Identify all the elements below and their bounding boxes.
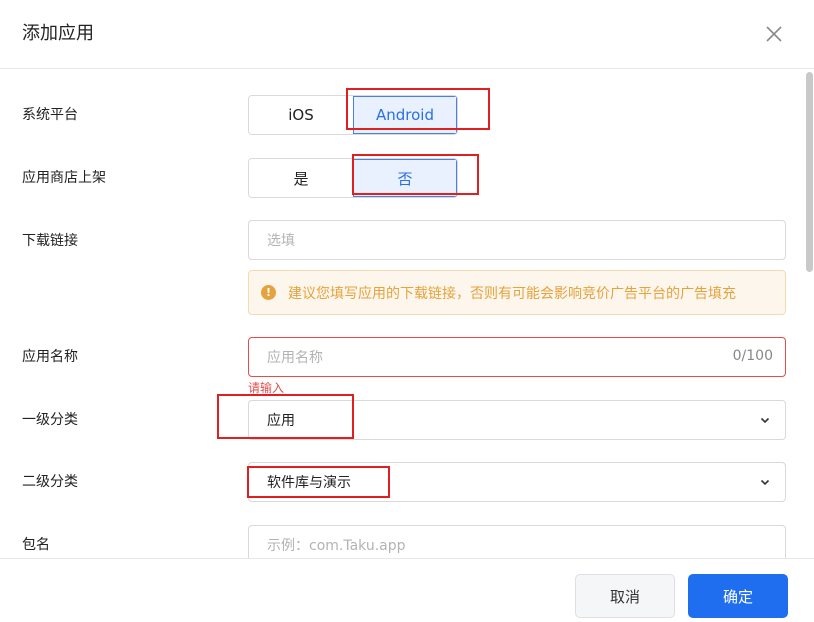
platform-option-android[interactable]: Android (353, 96, 457, 134)
dialog-footer: 取消 确定 (0, 558, 814, 622)
package-placeholder: 示例：com.Taku.app (267, 538, 406, 554)
category2-value: 软件库与演示 (267, 475, 351, 491)
download-link-placeholder: 选填 (267, 233, 295, 249)
warning-icon: ! (261, 285, 276, 300)
download-link-input[interactable]: 选填 (248, 220, 786, 260)
download-link-tip: ! 建议您填写应用的下载链接，否则有可能会影响竞价广告平台的广告填充 (248, 270, 786, 315)
category2-select[interactable]: 软件库与演示 (248, 462, 786, 502)
category1-value: 应用 (267, 413, 295, 429)
chevron-down-icon (760, 479, 770, 486)
store-listed-label: 应用商店上架 (22, 170, 106, 186)
store-listed-option-yes[interactable]: 是 (249, 159, 353, 197)
package-input[interactable]: 示例：com.Taku.app (248, 525, 786, 558)
category1-select[interactable]: 应用 (248, 400, 786, 440)
app-name-input[interactable]: 应用名称 0/100 (248, 337, 786, 377)
app-name-placeholder: 应用名称 (267, 350, 323, 366)
category1-label: 一级分类 (22, 412, 78, 428)
category2-label: 二级分类 (22, 474, 78, 490)
close-icon[interactable] (762, 22, 786, 46)
chevron-down-icon (760, 417, 770, 424)
app-name-counter: 0/100 (732, 348, 773, 364)
dialog-body: 系统平台 iOS Android 应用商店上架 是 否 下载链接 选填 ! 建议… (0, 70, 814, 558)
store-listed-option-no[interactable]: 否 (353, 159, 457, 197)
confirm-button[interactable]: 确定 (688, 574, 788, 618)
cancel-button[interactable]: 取消 (575, 574, 675, 618)
platform-label: 系统平台 (22, 107, 78, 123)
platform-option-ios[interactable]: iOS (249, 96, 353, 134)
download-link-tip-text: 建议您填写应用的下载链接，否则有可能会影响竞价广告平台的广告填充 (288, 285, 736, 302)
dialog-title: 添加应用 (22, 23, 94, 44)
app-name-error: 请输入 (248, 381, 285, 395)
platform-segmented: iOS Android (248, 95, 458, 135)
app-name-label: 应用名称 (22, 349, 78, 365)
package-label: 包名 (22, 537, 50, 553)
store-listed-segmented: 是 否 (248, 158, 458, 198)
dialog-header: 添加应用 (0, 0, 814, 69)
scrollbar-thumb[interactable] (806, 72, 813, 272)
download-link-label: 下载链接 (22, 233, 78, 249)
